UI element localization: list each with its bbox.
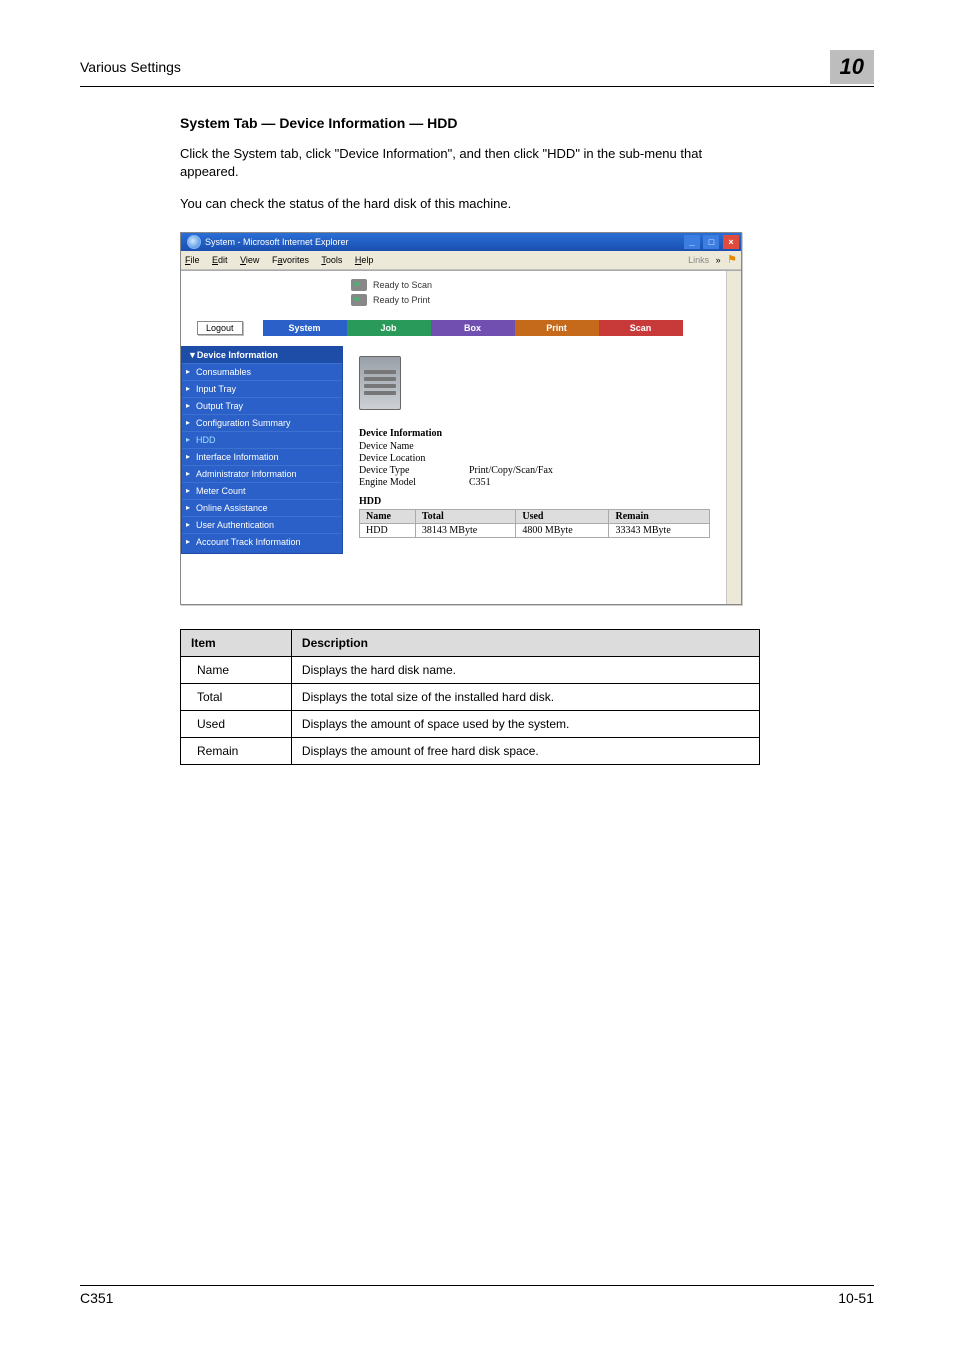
hdd-th-used: Used [516, 509, 609, 523]
description-table: Item Description Name Displays the hard … [180, 629, 760, 765]
device-image-icon [359, 356, 401, 410]
label-device-name: Device Name [359, 441, 469, 452]
maximize-button[interactable]: □ [703, 235, 719, 249]
device-status-block: Ready to Scan Ready to Print [351, 279, 726, 306]
table-row: Name Displays the hard disk name. [181, 656, 760, 683]
desc-item: Used [181, 710, 292, 737]
desc-th-description: Description [291, 629, 759, 656]
sidebar-item-hdd[interactable]: HDD [182, 431, 342, 448]
hdd-td-remain: 33343 MByte [609, 523, 710, 537]
tab-scan[interactable]: Scan [599, 320, 683, 336]
menu-item-help[interactable]: Help [355, 255, 374, 265]
embedded-screenshot: System - Microsoft Internet Explorer _ □… [180, 232, 742, 605]
table-row: Total Displays the total size of the ins… [181, 683, 760, 710]
menu-bar: File Edit View Favorites Tools Help Link… [181, 251, 741, 270]
pane-heading-hdd: HDD [359, 496, 710, 507]
value-device-type: Print/Copy/Scan/Fax [469, 465, 553, 476]
hdd-th-remain: Remain [609, 509, 710, 523]
status-print-text: Ready to Print [373, 295, 430, 305]
running-header: Various Settings 10 [80, 50, 874, 87]
sidebar-header[interactable]: ▼Device Information [182, 347, 342, 363]
sidebar-item-user-auth[interactable]: User Authentication [182, 516, 342, 533]
tab-print[interactable]: Print [515, 320, 599, 336]
sidebar-item-online-assist[interactable]: Online Assistance [182, 499, 342, 516]
hdd-th-total: Total [415, 509, 515, 523]
window-title-bar: System - Microsoft Internet Explorer _ □… [181, 233, 741, 251]
sidebar-item-account-track[interactable]: Account Track Information [182, 533, 342, 550]
page-footer: C351 10-51 [80, 1285, 874, 1306]
desc-text: Displays the amount of free hard disk sp… [291, 737, 759, 764]
chevron-right-icon[interactable]: » [713, 253, 723, 267]
section-title: System Tab — Device Information — HDD [180, 115, 874, 131]
window-title-text: System - Microsoft Internet Explorer [205, 237, 349, 247]
hdd-table: Name Total Used Remain HDD 38143 MByte 4… [359, 509, 710, 538]
footer-page-number: 10-51 [838, 1290, 874, 1306]
ie-flag-icon: ⚑ [727, 253, 737, 266]
desc-item: Name [181, 656, 292, 683]
links-label[interactable]: Links [688, 255, 709, 265]
sidebar-item-consumables[interactable]: Consumables [182, 363, 342, 380]
body-paragraph: Click the System tab, click "Device Info… [180, 145, 760, 181]
desc-item: Total [181, 683, 292, 710]
hdd-th-name: Name [360, 509, 416, 523]
tab-job[interactable]: Job [347, 320, 431, 336]
desc-text: Displays the amount of space used by the… [291, 710, 759, 737]
printer-icon [351, 294, 367, 306]
desc-text: Displays the hard disk name. [291, 656, 759, 683]
body-paragraph: You can check the status of the hard dis… [180, 195, 760, 213]
desc-th-item: Item [181, 629, 292, 656]
value-engine-model: C351 [469, 477, 491, 488]
table-row: Used Displays the amount of space used b… [181, 710, 760, 737]
close-button[interactable]: × [723, 235, 739, 249]
sidebar: ▼Device Information Consumables Input Tr… [181, 346, 343, 554]
pane-heading-device-info: Device Information [359, 428, 710, 439]
tab-box[interactable]: Box [431, 320, 515, 336]
window-controls: _ □ × [683, 235, 739, 249]
footer-model: C351 [80, 1290, 113, 1306]
desc-item: Remain [181, 737, 292, 764]
label-engine-model: Engine Model [359, 477, 469, 488]
status-scan-text: Ready to Scan [373, 280, 432, 290]
tab-system[interactable]: System [263, 320, 347, 336]
menu-item-file[interactable]: File [185, 255, 200, 265]
hdd-td-name: HDD [360, 523, 416, 537]
label-device-location: Device Location [359, 453, 469, 464]
scrollbar-vertical[interactable] [726, 271, 741, 604]
ie-icon [187, 235, 201, 249]
menu-item-edit[interactable]: Edit [212, 255, 228, 265]
table-row: Remain Displays the amount of free hard … [181, 737, 760, 764]
desc-text: Displays the total size of the installed… [291, 683, 759, 710]
minimize-button[interactable]: _ [684, 235, 700, 249]
label-device-type: Device Type [359, 465, 469, 476]
content-pane: Device Information Device Name Device Lo… [343, 346, 726, 554]
hdd-td-total: 38143 MByte [415, 523, 515, 537]
sidebar-item-input-tray[interactable]: Input Tray [182, 380, 342, 397]
running-header-title: Various Settings [80, 59, 181, 75]
menu-item-tools[interactable]: Tools [321, 255, 342, 265]
chapter-number: 10 [830, 50, 874, 84]
sidebar-item-meter-count[interactable]: Meter Count [182, 482, 342, 499]
hdd-td-used: 4800 MByte [516, 523, 609, 537]
sidebar-item-admin-info[interactable]: Administrator Information [182, 465, 342, 482]
logout-button[interactable]: Logout [197, 321, 243, 335]
menu-item-favorites[interactable]: Favorites [272, 255, 309, 265]
sidebar-item-interface[interactable]: Interface Information [182, 448, 342, 465]
browser-content-area: Ready to Scan Ready to Print Logout Syst… [181, 270, 741, 604]
menu-item-view[interactable]: View [240, 255, 259, 265]
sidebar-item-config-summary[interactable]: Configuration Summary [182, 414, 342, 431]
sidebar-item-output-tray[interactable]: Output Tray [182, 397, 342, 414]
scanner-icon [351, 279, 367, 291]
